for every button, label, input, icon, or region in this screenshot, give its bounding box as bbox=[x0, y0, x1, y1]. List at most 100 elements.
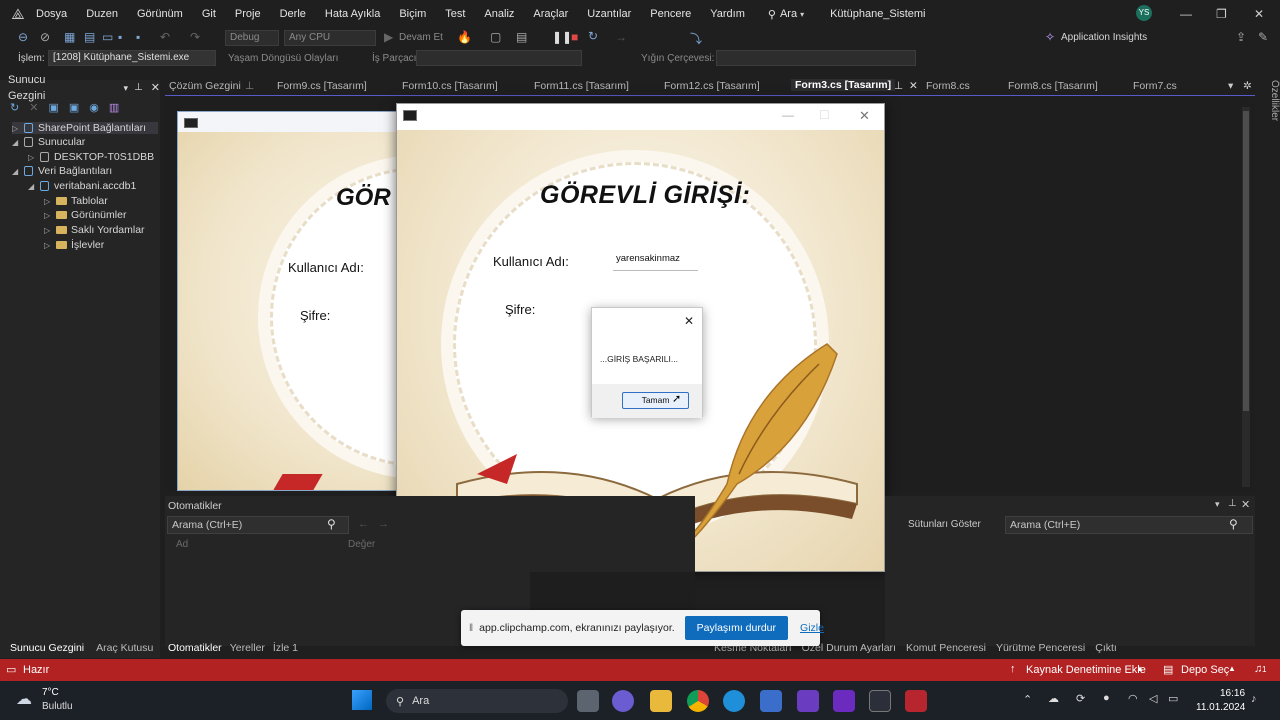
tab-immediate-window[interactable]: Yürütme Penceresi bbox=[996, 642, 1085, 654]
tab-command-window[interactable]: Komut Penceresi bbox=[906, 642, 986, 654]
teams-icon[interactable] bbox=[612, 690, 634, 712]
tab-locals[interactable]: Yereller bbox=[230, 642, 265, 654]
restore-icon[interactable]: ❐ bbox=[1216, 7, 1227, 21]
menu-file[interactable]: Dosya bbox=[36, 8, 67, 20]
tab-output[interactable]: Çıktı bbox=[1095, 642, 1117, 654]
search-icon[interactable]: ⚲ bbox=[327, 517, 336, 531]
access-icon[interactable] bbox=[905, 690, 927, 712]
tab-form8-design[interactable]: Form8.cs [Tasarım] bbox=[1008, 80, 1098, 92]
menu-extensions[interactable]: Uzantılar bbox=[587, 8, 631, 20]
menu-view[interactable]: Görünüm bbox=[137, 8, 183, 20]
close-panel-icon[interactable]: ✕ bbox=[151, 80, 160, 96]
stop-sharing-button[interactable]: Paylaşımı durdur bbox=[684, 616, 789, 640]
sharepoint-icon[interactable]: ▥ bbox=[109, 101, 119, 114]
minimize-icon[interactable]: — bbox=[782, 108, 794, 122]
forward-icon[interactable]: ⊘ bbox=[40, 30, 50, 44]
tab-form11[interactable]: Form11.cs [Tasarım] bbox=[534, 80, 629, 92]
tab-solution-explorer[interactable]: Çözüm Gezgini bbox=[169, 80, 241, 92]
tab-form12[interactable]: Form12.cs [Tasarım] bbox=[664, 80, 760, 92]
microphone-icon[interactable]: ● bbox=[1103, 692, 1110, 704]
refresh-icon[interactable]: ↻ bbox=[10, 101, 19, 114]
search-icon[interactable]: ⚲ bbox=[768, 8, 776, 21]
menu-git[interactable]: Git bbox=[202, 8, 216, 20]
file-explorer-icon[interactable] bbox=[650, 690, 672, 712]
menu-analyze[interactable]: Analiz bbox=[484, 8, 514, 20]
avatar[interactable]: YS bbox=[1136, 5, 1152, 21]
battery-icon[interactable]: ▭ bbox=[1168, 692, 1178, 705]
close-tab-icon[interactable]: ✕ bbox=[909, 80, 918, 92]
select-repo-button[interactable]: Depo Seç bbox=[1181, 664, 1229, 676]
new-item-icon[interactable]: ▦ bbox=[64, 30, 75, 44]
drag-handle-icon[interactable]: ‖ bbox=[469, 623, 473, 634]
tab-list-icon[interactable]: ▾ bbox=[1228, 80, 1233, 92]
clock-date[interactable]: 11.01.2024 bbox=[1196, 702, 1245, 713]
weather-temp[interactable]: 7°C bbox=[42, 687, 59, 698]
bell-icon[interactable]: ♫ bbox=[1254, 663, 1262, 675]
stop-icon[interactable]: ■ bbox=[571, 30, 578, 44]
menu-tools[interactable]: Araçlar bbox=[533, 8, 568, 20]
menu-edit[interactable]: Duzen bbox=[86, 8, 118, 20]
close-panel-icon[interactable]: ✕ bbox=[1241, 498, 1250, 511]
onedrive-icon[interactable]: ☁ bbox=[1048, 692, 1059, 705]
stack-frame-dropdown[interactable] bbox=[716, 50, 916, 66]
tab-server-explorer[interactable]: Sunucu Gezgini bbox=[10, 642, 84, 654]
close-icon[interactable]: ✕ bbox=[684, 314, 694, 328]
running-app-icon[interactable] bbox=[869, 690, 891, 712]
task-view-icon[interactable] bbox=[577, 690, 599, 712]
tab-autos[interactable]: Otomatikler bbox=[168, 642, 222, 654]
tree-item-functions[interactable]: ▷ İşlevler bbox=[44, 239, 104, 251]
pin-icon[interactable]: ⊥ bbox=[134, 80, 143, 96]
column-value[interactable]: Değer bbox=[348, 539, 375, 550]
autos-search-input[interactable]: Arama (Ctrl+E) bbox=[167, 516, 349, 534]
menu-format[interactable]: Biçim bbox=[399, 8, 426, 20]
save-all-icon[interactable]: ▪ bbox=[136, 30, 140, 44]
nav-back-icon[interactable]: ← bbox=[358, 518, 369, 530]
connect-database-icon[interactable]: ▣ bbox=[48, 101, 58, 114]
application-insights-button[interactable]: Application Insights bbox=[1061, 32, 1147, 43]
store-icon[interactable] bbox=[760, 690, 782, 712]
hide-link[interactable]: Gizle bbox=[800, 622, 824, 634]
share-icon[interactable]: ⇪ bbox=[1236, 30, 1246, 44]
continue-button[interactable]: Devam Et bbox=[399, 32, 443, 43]
pin-icon[interactable]: ⊥ bbox=[894, 80, 903, 92]
menu-project[interactable]: Proje bbox=[235, 8, 261, 20]
hot-reload-icon[interactable]: 🔥 bbox=[457, 30, 472, 44]
call-stack-search-input[interactable]: Arama (Ctrl+E) bbox=[1005, 516, 1253, 534]
taskbar-search[interactable]: ⚲ Ara bbox=[386, 689, 568, 713]
connect-server-icon[interactable]: ▣ bbox=[69, 101, 79, 114]
column-name[interactable]: Ad bbox=[176, 539, 188, 550]
app-icon[interactable] bbox=[797, 690, 819, 712]
menu-help[interactable]: Yardım bbox=[710, 8, 745, 20]
tab-form7[interactable]: Form7.cs bbox=[1133, 80, 1177, 92]
back-icon[interactable]: ⊖ bbox=[18, 30, 28, 44]
tree-item-stored-procedures[interactable]: ▷ Saklı Yordamlar bbox=[44, 224, 145, 236]
panel-menu-icon[interactable]: ▾ bbox=[124, 80, 129, 96]
menu-debug[interactable]: Hata Ayıkla bbox=[325, 8, 380, 20]
tab-form9[interactable]: Form9.cs [Tasarım] bbox=[277, 80, 367, 92]
windows-start-icon[interactable] bbox=[352, 690, 372, 710]
chevron-down-icon[interactable]: ▾ bbox=[800, 10, 804, 19]
layout-icon[interactable]: ▤ bbox=[516, 30, 527, 44]
username-input[interactable]: yarensakinmaz bbox=[613, 249, 698, 271]
pin-icon[interactable]: ⊥ bbox=[245, 80, 254, 92]
window-icon[interactable]: ▢ bbox=[490, 30, 501, 44]
open-icon[interactable]: ▤ bbox=[84, 30, 95, 44]
show-columns-button[interactable]: Sütunları Göster bbox=[908, 519, 981, 530]
tab-form10[interactable]: Form10.cs [Tasarım] bbox=[402, 80, 498, 92]
config-dropdown[interactable]: Debug bbox=[225, 30, 279, 46]
tab-form8-code[interactable]: Form8.cs bbox=[926, 80, 970, 92]
platform-dropdown[interactable]: Any CPU bbox=[284, 30, 376, 46]
volume-icon[interactable]: ◁ bbox=[1149, 692, 1157, 705]
search-icon[interactable]: ⚲ bbox=[1229, 517, 1238, 531]
play-icon[interactable]: ▶ bbox=[384, 30, 393, 44]
minimize-icon[interactable]: — bbox=[1180, 7, 1192, 21]
restart-icon[interactable]: ↻ bbox=[588, 29, 598, 43]
pause-icon[interactable]: ❚❚ bbox=[552, 30, 572, 44]
tree-item-desktop[interactable]: ▷ DESKTOP-T0S1DBB bbox=[28, 151, 154, 163]
menu-test[interactable]: Test bbox=[445, 8, 465, 20]
close-icon[interactable]: ✕ bbox=[1254, 7, 1264, 21]
menu-window[interactable]: Pencere bbox=[650, 8, 691, 20]
pin-icon[interactable]: ⊥ bbox=[1228, 498, 1237, 509]
tree-item-data-connections[interactable]: ◢ Veri Bağlantıları bbox=[12, 165, 112, 177]
properties-rail[interactable]: Özellikler bbox=[1258, 80, 1280, 200]
